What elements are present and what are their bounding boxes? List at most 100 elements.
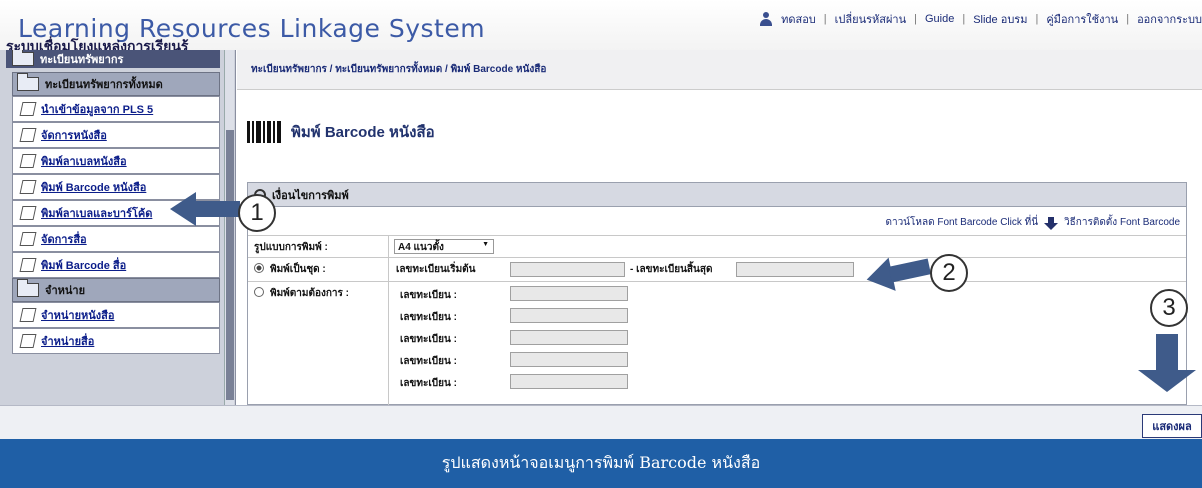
- show-result-button[interactable]: แสดงผล: [1142, 414, 1202, 438]
- manual-link[interactable]: คู่มือการใช้งาน: [1046, 10, 1118, 28]
- link-separator: |: [1035, 13, 1039, 25]
- sidebar-item-label: นำเข้าข้อมูลจาก PLS 5: [41, 104, 154, 116]
- column-divider: [388, 236, 389, 257]
- sidebar-item-label: พิมพ์ Barcode หนังสือ: [41, 182, 147, 194]
- start-reg-input[interactable]: [510, 262, 625, 277]
- print-set-option[interactable]: พิมพ์เป็นชุด :: [254, 262, 326, 277]
- link-separator: |: [914, 13, 917, 25]
- column-divider: [388, 258, 389, 281]
- sidebar-group-all-resources[interactable]: ทะเบียนทรัพยากรทั้งหมด: [12, 72, 220, 96]
- font-download-row: ดาวน์โหลด Font Barcode Click ที่นี่ วิธี…: [885, 215, 1180, 230]
- reg-input[interactable]: [510, 374, 628, 389]
- link-separator: |: [962, 13, 966, 25]
- sidebar-top-group-label: ทะเบียนทรัพยากร: [40, 54, 124, 66]
- print-options-panel: เงื่อนไขการพิมพ์ ดาวน์โหลด Font Barcode …: [247, 182, 1187, 405]
- logout-link[interactable]: ออกจากระบบ: [1137, 10, 1202, 28]
- main-content: ทะเบียนทรัพยากร / ทะเบียนทรัพยากรทั้งหมด…: [237, 50, 1202, 405]
- user-link[interactable]: ทดสอบ: [781, 10, 816, 28]
- link-separator: |: [1126, 13, 1130, 25]
- folder-icon: [12, 50, 34, 66]
- document-icon: [19, 232, 37, 246]
- print-format-value: A4 แนวตั้ง: [398, 242, 444, 253]
- sidebar-item-print-media-barcode[interactable]: พิมพ์ Barcode สื่อ: [12, 252, 220, 278]
- arrow-shaft: [888, 258, 931, 283]
- sidebar-top-group[interactable]: ทะเบียนทรัพยากร: [6, 50, 220, 68]
- sidebar-item-manage-media[interactable]: จัดการสื่อ: [12, 226, 220, 252]
- arrow-head: [1138, 370, 1196, 392]
- print-format-row: รูปแบบการพิมพ์ : A4 แนวตั้ง: [248, 235, 1186, 257]
- print-custom-row: พิมพ์ตามต้องการ : เลขทะเบียน : เลขทะเบีย…: [248, 281, 1186, 405]
- slide-link[interactable]: Slide อบรม: [973, 10, 1027, 28]
- document-icon: [19, 180, 37, 194]
- sidebar-group-label: ทะเบียนทรัพยากรทั้งหมด: [45, 79, 163, 91]
- options-header[interactable]: เงื่อนไขการพิมพ์: [248, 183, 1186, 207]
- reg-label: เลขทะเบียน :: [400, 378, 457, 389]
- download-arrow-icon[interactable]: [1044, 216, 1059, 230]
- print-format-label: รูปแบบการพิมพ์ :: [254, 242, 328, 253]
- reg-input[interactable]: [510, 352, 628, 367]
- print-custom-option[interactable]: พิมพ์ตามต้องการ :: [254, 286, 349, 301]
- callout-3: 3: [1150, 289, 1188, 327]
- callout-1: 1: [238, 194, 276, 232]
- sidebar-group-dispose[interactable]: จำหน่าย: [12, 278, 220, 302]
- document-icon: [19, 102, 37, 116]
- link-separator: |: [823, 13, 827, 25]
- folder-icon: [17, 279, 39, 297]
- install-font-link[interactable]: วิธีการติดตั้ง Font Barcode: [1064, 215, 1180, 230]
- document-icon: [19, 128, 37, 142]
- user-icon: [759, 12, 773, 26]
- sidebar-item-label: พิมพ์ลาเบลและบาร์โค้ด: [41, 208, 153, 220]
- sidebar-scrollbar[interactable]: [224, 50, 234, 405]
- reg-label: เลขทะเบียน :: [400, 356, 457, 367]
- top-links: ทดสอบ | เปลี่ยนรหัสผ่าน | Guide | Slide …: [759, 10, 1202, 28]
- sidebar-item-label: จำหน่ายหนังสือ: [41, 310, 115, 322]
- document-icon: [19, 308, 37, 322]
- document-icon: [19, 258, 37, 272]
- print-custom-radio[interactable]: [254, 287, 264, 297]
- options-header-label: เงื่อนไขการพิมพ์: [272, 189, 349, 202]
- page-heading: พิมพ์ Barcode หนังสือ: [247, 120, 435, 144]
- sidebar: ทะเบียนทรัพยากร ทะเบียนทรัพยากรทั้งหมด น…: [0, 50, 236, 405]
- reg-label: เลขทะเบียน :: [400, 312, 457, 323]
- sidebar-item-print-book-label[interactable]: พิมพ์ลาเบลหนังสือ: [12, 148, 220, 174]
- sidebar-group-label: จำหน่าย: [45, 285, 86, 297]
- reg-label: เลขทะเบียน :: [400, 290, 457, 301]
- sidebar-item-label: พิมพ์ลาเบลหนังสือ: [41, 156, 127, 168]
- sidebar-item-label: จัดการหนังสือ: [41, 130, 107, 142]
- screenshot-frame: Learning Resources Linkage System ระบบเช…: [0, 0, 1202, 488]
- arrow-head: [170, 192, 196, 226]
- sidebar-item-label: จำหน่ายสื่อ: [41, 336, 95, 348]
- sidebar-item-manage-books[interactable]: จัดการหนังสือ: [12, 122, 220, 148]
- annotation-arrow-1: [170, 192, 240, 226]
- print-custom-label: พิมพ์ตามต้องการ :: [270, 288, 350, 299]
- print-set-row: พิมพ์เป็นชุด : เลขทะเบียนเริ่มต้น - เลขท…: [248, 257, 1186, 281]
- figure-caption: รูปแสดงหน้าจอเมนูการพิมพ์ Barcode หนังสื…: [0, 439, 1202, 488]
- reg-input[interactable]: [510, 286, 628, 301]
- callout-2: 2: [930, 254, 968, 292]
- reg-input[interactable]: [510, 308, 628, 323]
- reg-label: เลขทะเบียน :: [400, 334, 457, 345]
- print-format-select[interactable]: A4 แนวตั้ง: [394, 239, 494, 254]
- breadcrumb: ทะเบียนทรัพยากร / ทะเบียนทรัพยากรทั้งหมด…: [237, 50, 1202, 90]
- sidebar-item-label: พิมพ์ Barcode สื่อ: [41, 260, 127, 272]
- print-set-radio[interactable]: [254, 263, 264, 273]
- end-reg-input[interactable]: [736, 262, 854, 277]
- sidebar-item-dispose-media[interactable]: จำหน่ายสื่อ: [12, 328, 220, 354]
- header: Learning Resources Linkage System ระบบเช…: [0, 0, 1202, 54]
- bottom-bar: แสดงผล: [0, 405, 1202, 439]
- barcode-icon: [247, 121, 281, 143]
- sidebar-item-label: จัดการสื่อ: [41, 234, 87, 246]
- sidebar-item-import-pls5[interactable]: นำเข้าข้อมูลจาก PLS 5: [12, 96, 220, 122]
- folder-icon: [17, 73, 39, 91]
- guide-link[interactable]: Guide: [925, 13, 954, 25]
- column-divider: [388, 282, 389, 405]
- scrollbar-thumb[interactable]: [226, 130, 234, 400]
- reg-input[interactable]: [510, 330, 628, 345]
- document-icon: [19, 334, 37, 348]
- change-password-link[interactable]: เปลี่ยนรหัสผ่าน: [835, 10, 906, 28]
- sidebar-item-dispose-books[interactable]: จำหน่ายหนังสือ: [12, 302, 220, 328]
- download-font-link[interactable]: ดาวน์โหลด Font Barcode Click ที่นี่: [885, 215, 1038, 230]
- annotation-arrow-3: [1138, 334, 1198, 394]
- start-reg-label: เลขทะเบียนเริ่มต้น: [396, 264, 476, 275]
- page-title: พิมพ์ Barcode หนังสือ: [291, 124, 435, 141]
